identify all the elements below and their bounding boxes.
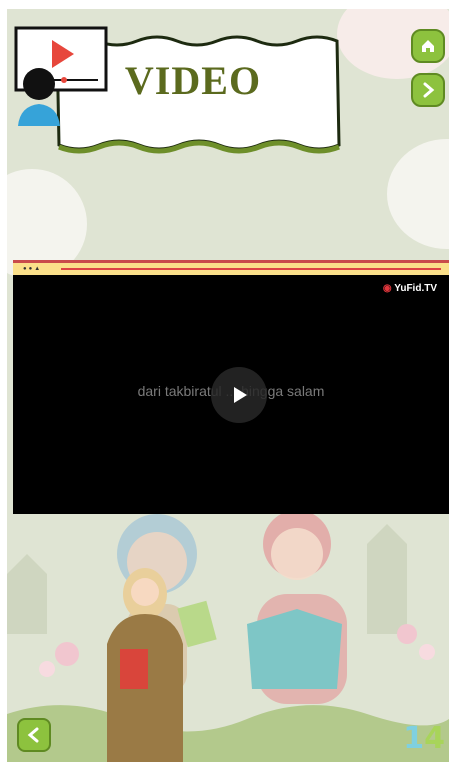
video-teacher-icon (14, 26, 108, 126)
video-player[interactable]: ◉ YuFid.TV dari takbiratul ... hingga sa… (13, 275, 449, 514)
slide-page: VIDEO ●●▲ ◉ YuFid.TV dari takbiratul ...… (7, 9, 449, 762)
prev-button[interactable] (17, 718, 51, 752)
home-button[interactable] (411, 29, 445, 63)
window-dots: ●●▲ (23, 266, 43, 272)
chevron-left-icon (27, 727, 39, 743)
page-title: VIDEO (124, 58, 262, 103)
play-icon (234, 387, 247, 403)
play-button[interactable] (211, 367, 267, 423)
video-window-bar: ●●▲ (13, 260, 449, 275)
children-reading-illustration (7, 514, 449, 762)
video-brand: ◉ YuFid.TV (382, 283, 437, 294)
brand-logo-icon: ◉ (382, 283, 392, 294)
page-number: 14 (403, 721, 445, 756)
background-blob (387, 139, 449, 249)
window-bar-line (61, 268, 441, 270)
home-icon (422, 40, 434, 52)
chevron-right-icon (423, 82, 435, 98)
next-button[interactable] (411, 73, 445, 107)
